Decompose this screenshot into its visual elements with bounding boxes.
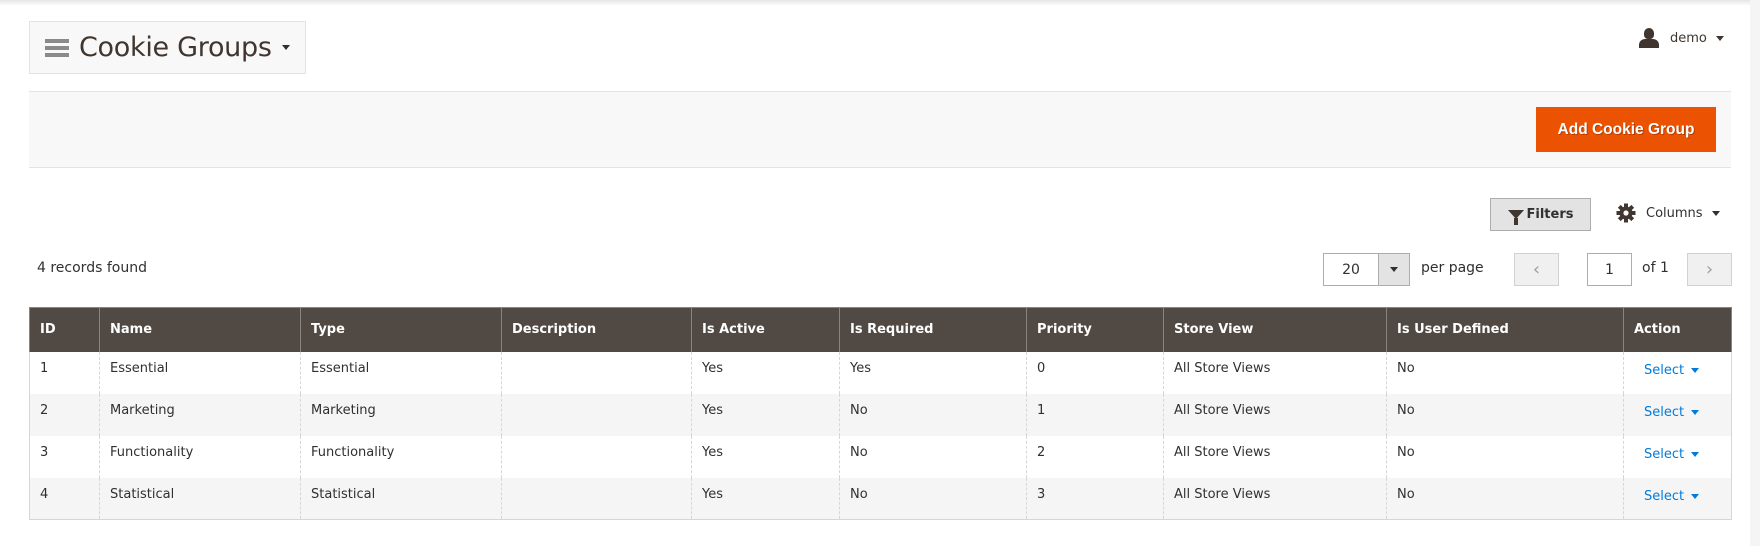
cell-action: Select	[1623, 351, 1732, 394]
cell-name: Marketing	[99, 393, 301, 436]
cell-action: Select	[1623, 435, 1732, 478]
columns-label: Columns	[1646, 205, 1703, 221]
caret-down-icon	[1691, 452, 1700, 457]
select-label: Select	[1644, 488, 1685, 504]
cell-priority: 0	[1026, 351, 1164, 394]
cell-store-view: All Store Views	[1163, 351, 1387, 394]
cell-is-required: No	[839, 393, 1027, 436]
gear-icon	[1616, 203, 1636, 223]
cell-action: Select	[1623, 393, 1732, 436]
cell-is-user-defined: No	[1386, 477, 1624, 520]
add-cookie-group-button[interactable]: Add Cookie Group	[1536, 107, 1716, 152]
cell-id: 1	[29, 351, 100, 394]
cell-action: Select	[1623, 477, 1732, 520]
page-total: of 1	[1642, 260, 1669, 276]
grid-header-row: ID Name Type Description Is Active Is Re…	[29, 307, 1732, 352]
table-row[interactable]: 1 Essential Essential Yes Yes 0 All Stor…	[29, 351, 1732, 394]
cell-id: 2	[29, 393, 100, 436]
cell-type: Essential	[300, 351, 502, 394]
column-header-store-view[interactable]: Store View	[1163, 307, 1387, 352]
user-name: demo	[1670, 30, 1707, 46]
scrollbar-track[interactable]	[1750, 0, 1760, 546]
row-action-select[interactable]: Select	[1644, 363, 1700, 378]
page-title: Cookie Groups	[79, 32, 272, 63]
cell-store-view: All Store Views	[1163, 393, 1387, 436]
cell-store-view: All Store Views	[1163, 435, 1387, 478]
caret-down-icon	[1691, 368, 1700, 373]
cell-is-required: No	[839, 477, 1027, 520]
per-page-toggle[interactable]	[1378, 254, 1409, 285]
next-page-button[interactable]: ›	[1687, 253, 1732, 286]
caret-down-icon	[1715, 35, 1724, 41]
cell-store-view: All Store Views	[1163, 477, 1387, 520]
menu-icon	[45, 38, 69, 57]
row-action-select[interactable]: Select	[1644, 447, 1700, 462]
caret-down-icon	[1711, 210, 1720, 216]
cell-priority: 3	[1026, 477, 1164, 520]
column-header-action: Action	[1623, 307, 1732, 352]
columns-button[interactable]: Columns	[1616, 203, 1720, 223]
cell-priority: 1	[1026, 393, 1164, 436]
column-header-type[interactable]: Type	[300, 307, 502, 352]
cell-description	[501, 393, 692, 436]
filters-label: Filters	[1526, 207, 1574, 222]
table-row[interactable]: 4 Statistical Statistical Yes No 3 All S…	[29, 477, 1732, 520]
cell-name: Statistical	[99, 477, 301, 520]
column-header-is-required[interactable]: Is Required	[839, 307, 1027, 352]
user-icon	[1638, 28, 1660, 48]
cell-priority: 2	[1026, 435, 1164, 478]
caret-down-icon	[281, 45, 290, 50]
cell-id: 3	[29, 435, 100, 478]
cell-id: 4	[29, 477, 100, 520]
column-header-description[interactable]: Description	[501, 307, 692, 352]
caret-down-icon	[1390, 267, 1398, 272]
page-title-switcher[interactable]: Cookie Groups	[29, 21, 306, 74]
caret-down-icon	[1691, 410, 1700, 415]
cell-is-active: Yes	[691, 351, 840, 394]
page-actions-bar: Add Cookie Group	[29, 91, 1731, 168]
caret-down-icon	[1691, 493, 1700, 499]
cell-is-required: Yes	[839, 351, 1027, 394]
column-header-priority[interactable]: Priority	[1026, 307, 1164, 352]
select-label: Select	[1644, 405, 1685, 420]
cookie-groups-grid: ID Name Type Description Is Active Is Re…	[29, 307, 1732, 520]
current-page-input[interactable]	[1587, 253, 1632, 286]
per-page-value: 20	[1342, 261, 1360, 278]
row-action-select[interactable]: Select	[1644, 488, 1700, 504]
user-account-menu[interactable]: demo	[1638, 28, 1724, 48]
select-label: Select	[1644, 363, 1685, 378]
row-action-select[interactable]: Select	[1644, 405, 1700, 420]
cell-is-active: Yes	[691, 435, 840, 478]
cell-is-required: No	[839, 435, 1027, 478]
cell-description	[501, 435, 692, 478]
select-label: Select	[1644, 447, 1685, 462]
cell-is-active: Yes	[691, 477, 840, 520]
filter-icon	[1507, 210, 1524, 225]
cell-description	[501, 477, 692, 520]
cell-is-user-defined: No	[1386, 393, 1624, 436]
previous-page-button[interactable]: ‹	[1514, 253, 1559, 286]
column-header-id[interactable]: ID	[29, 307, 100, 352]
per-page-label: per page	[1421, 260, 1484, 276]
filters-button[interactable]: Filters	[1490, 198, 1591, 231]
top-shadow	[0, 0, 1760, 6]
cell-type: Statistical	[300, 477, 502, 520]
cell-is-user-defined: No	[1386, 435, 1624, 478]
chevron-right-icon: ›	[1705, 259, 1714, 280]
column-header-is-active[interactable]: Is Active	[691, 307, 840, 352]
cell-type: Marketing	[300, 393, 502, 436]
chevron-left-icon: ‹	[1532, 259, 1541, 280]
column-header-name[interactable]: Name	[99, 307, 301, 352]
per-page-select[interactable]: 20	[1323, 253, 1410, 286]
table-row[interactable]: 3 Functionality Functionality Yes No 2 A…	[29, 435, 1732, 478]
cell-description	[501, 351, 692, 394]
cell-type: Functionality	[300, 435, 502, 478]
cell-is-user-defined: No	[1386, 351, 1624, 394]
table-row[interactable]: 2 Marketing Marketing Yes No 1 All Store…	[29, 393, 1732, 436]
cell-name: Functionality	[99, 435, 301, 478]
records-found-count: 4 records found	[37, 260, 147, 276]
cell-is-active: Yes	[691, 393, 840, 436]
column-header-is-user-defined[interactable]: Is User Defined	[1386, 307, 1624, 352]
cell-name: Essential	[99, 351, 301, 394]
